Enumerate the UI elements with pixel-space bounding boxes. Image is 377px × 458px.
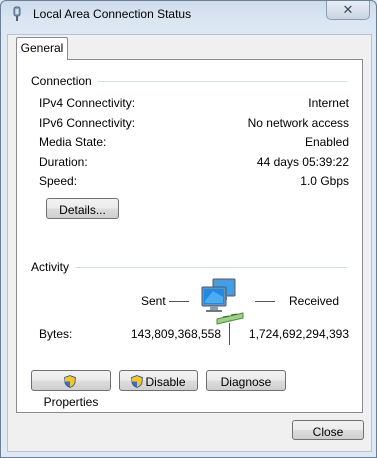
network-computers-icon xyxy=(201,278,244,325)
duration-value: 44 days 05:39:22 xyxy=(256,155,349,169)
disable-label: Disable xyxy=(145,375,186,389)
bytes-label: Bytes: xyxy=(39,327,73,341)
duration-label: Duration: xyxy=(39,155,88,169)
speed-value: 1.0 Gbps xyxy=(300,174,349,188)
received-label: Received xyxy=(289,294,340,308)
ipv4-value: Internet xyxy=(308,96,349,110)
ipv6-value: No network access xyxy=(247,116,349,130)
network-connection-icon xyxy=(13,6,21,21)
media-state-value: Enabled xyxy=(304,135,349,149)
title-bar[interactable]: Local Area Connection Status ✕ xyxy=(1,1,376,27)
sent-dash xyxy=(169,301,189,302)
bytes-received-value: 1,724,692,294,393 xyxy=(248,327,349,341)
disable-button[interactable]: Disable xyxy=(119,370,198,391)
uac-shield-icon xyxy=(131,375,144,388)
diagnose-button[interactable]: Diagnose xyxy=(206,370,286,391)
close-icon: ✕ xyxy=(342,2,354,17)
uac-shield-icon xyxy=(64,375,76,388)
ipv6-label: IPv6 Connectivity: xyxy=(39,116,136,130)
general-panel: Connection IPv4 Connectivity: Internet I… xyxy=(16,59,363,413)
speed-label: Speed: xyxy=(39,174,78,188)
properties-label: Properties xyxy=(43,395,99,409)
bytes-divider xyxy=(229,323,230,345)
bytes-sent-value: 143,809,368,558 xyxy=(130,327,221,341)
status-window: Local Area Connection Status ✕ General C… xyxy=(0,0,377,458)
received-dash xyxy=(255,301,275,302)
connection-group-label: Connection xyxy=(31,74,98,88)
ipv4-label: IPv4 Connectivity: xyxy=(39,96,136,110)
dialog-client: General Connection IPv4 Connectivity: In… xyxy=(7,34,372,452)
properties-button[interactable]: Properties xyxy=(31,370,111,409)
activity-group-label: Activity xyxy=(31,260,76,274)
tab-general[interactable]: General xyxy=(16,37,68,60)
activity-divider xyxy=(31,267,347,268)
details-button[interactable]: Details... xyxy=(46,198,119,219)
close-button[interactable]: Close xyxy=(292,420,364,440)
sent-label: Sent xyxy=(141,294,166,308)
close-window-button[interactable]: ✕ xyxy=(326,1,370,20)
window-title: Local Area Connection Status xyxy=(33,7,192,21)
media-state-label: Media State: xyxy=(39,135,107,149)
